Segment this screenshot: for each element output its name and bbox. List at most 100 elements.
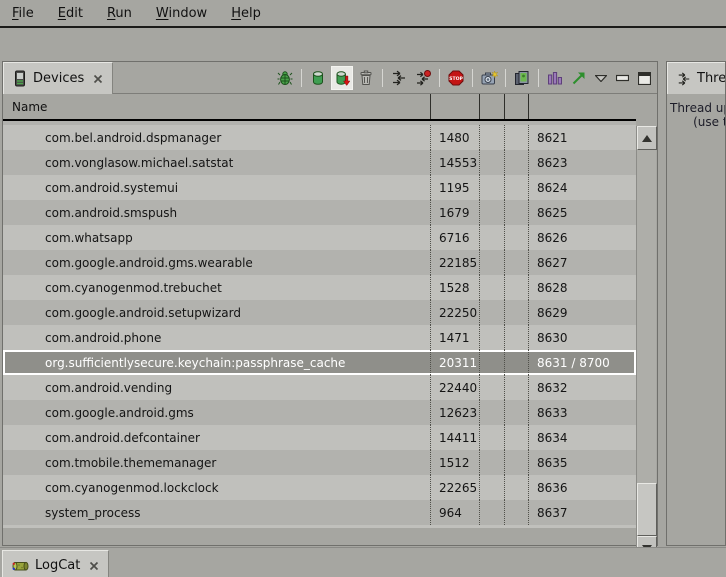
threads-message-line1: Thread updates not enabled for selected … [670,101,726,115]
process-name: com.cyanogenmod.trebuchet [3,275,430,300]
menu-edit[interactable]: Edit [54,4,87,23]
process-name: com.vonglasow.michael.satstat [3,150,430,175]
table-row[interactable]: system_process 964 8637 [3,500,636,525]
process-port: 8625 [528,200,636,225]
threads-message: Thread updates not enabled for selected … [667,94,726,129]
menu-bar: File Edit Run Window Help [0,0,726,26]
view-menu-icon[interactable] [592,66,610,90]
process-name: com.bel.android.dspmanager [3,125,430,150]
screen-record-icon[interactable] [511,66,533,90]
blank-cell [504,200,528,225]
blank-cell [479,175,504,200]
threads-message-line2: (use toolbar button to enable) [670,115,726,129]
close-icon[interactable] [89,561,99,571]
logcat-bar: LogCat [0,547,726,577]
blank-cell [479,250,504,275]
table-row[interactable]: com.android.systemui 1195 8624 [3,175,636,200]
blank-cell [479,325,504,350]
column-header-blank1[interactable] [479,94,504,119]
cause-gc-icon[interactable] [355,66,377,90]
blank-cell [504,400,528,425]
tab-logcat[interactable]: LogCat [2,550,109,577]
column-header-port[interactable] [528,94,636,119]
devices-toolbar: STOP [274,62,654,94]
blank-cell [504,125,528,150]
blank-cell [479,150,504,175]
process-pid: 22265 [430,475,479,500]
sysinfo-icon[interactable] [544,66,566,90]
toolbar-separator [538,69,539,87]
table-row[interactable]: com.google.android.gms 12623 8633 [3,400,636,425]
process-pid: 6716 [430,225,479,250]
blank-cell [504,475,528,500]
process-pid: 14411 [430,425,479,450]
process-pid: 1528 [430,275,479,300]
vertical-scrollbar-thumb[interactable] [637,483,657,536]
table-row[interactable]: com.vonglasow.michael.satstat 14553 8623 [3,150,636,175]
table-row[interactable]: com.android.phone 1471 8630 [3,325,636,350]
close-icon[interactable] [93,74,103,84]
menu-help[interactable]: Help [227,4,265,23]
device-process-table: Name com.bel.android.dspmanager 1480 862… [3,94,657,544]
process-pid: 14553 [430,150,479,175]
empty-toolbar-strip [0,28,726,61]
table-row[interactable]: com.google.android.gms.wearable 22185 86… [3,250,636,275]
process-port: 8624 [528,175,636,200]
dump-hprof-icon[interactable] [331,66,353,90]
debug-process-icon[interactable] [274,66,296,90]
table-row[interactable]: com.cyanogenmod.trebuchet 1528 8628 [3,275,636,300]
blank-cell [479,400,504,425]
process-pid: 12623 [430,400,479,425]
update-threads-icon[interactable] [388,66,410,90]
table-row[interactable]: com.google.android.setupwizard 22250 862… [3,300,636,325]
process-name: com.android.defcontainer [3,425,430,450]
vertical-scrollbar[interactable] [636,126,656,560]
blank-cell [504,175,528,200]
process-port: 8621 [528,125,636,150]
process-name: com.android.smspush [3,200,430,225]
update-heap-icon[interactable] [307,66,329,90]
toolbar-separator [439,69,440,87]
process-name: com.whatsapp [3,225,430,250]
menu-file[interactable]: File [8,4,38,23]
menu-window[interactable]: Window [152,4,211,23]
table-row[interactable]: com.bel.android.dspmanager 1480 8621 [3,125,636,150]
table-row[interactable]: com.android.defcontainer 14411 8634 [3,425,636,450]
start-method-profiling-icon[interactable] [412,66,434,90]
stop-process-icon[interactable]: STOP [445,66,467,90]
tab-devices[interactable]: Devices [3,62,113,94]
svg-text:STOP: STOP [449,76,463,82]
tab-threads[interactable]: Threads [667,62,726,94]
blank-cell [504,225,528,250]
table-row[interactable]: com.tmobile.thememanager 1512 8635 [3,450,636,475]
blank-cell [504,150,528,175]
process-port: 8629 [528,300,636,325]
toolbar-separator [505,69,506,87]
process-pid: 20311 [430,350,479,375]
table-row[interactable]: com.android.vending 22440 8632 [3,375,636,400]
table-row[interactable]: com.cyanogenmod.lockclock 22265 8636 [3,475,636,500]
process-name: com.cyanogenmod.lockclock [3,475,430,500]
menu-run[interactable]: Run [103,4,136,23]
blank-cell [479,200,504,225]
tab-threads-label: Threads [697,71,726,86]
column-header-pid[interactable] [430,94,479,119]
blank-cell [479,500,504,525]
process-pid: 1480 [430,125,479,150]
tab-logcat-label: LogCat [35,558,80,573]
scroll-up-button[interactable] [637,126,657,150]
screen-capture-icon[interactable] [478,66,500,90]
hierarchy-icon[interactable] [568,66,590,90]
minimize-icon[interactable] [612,66,632,90]
table-row[interactable]: com.whatsapp 6716 8626 [3,225,636,250]
toolbar-separator [472,69,473,87]
toolbar-separator [382,69,383,87]
table-row[interactable]: com.android.smspush 1679 8625 [3,200,636,225]
process-port: 8628 [528,275,636,300]
process-pid: 1512 [430,450,479,475]
column-header-name[interactable]: Name [3,94,430,119]
table-row[interactable]: org.sufficientlysecure.keychain:passphra… [3,350,636,375]
process-pid: 964 [430,500,479,525]
maximize-icon[interactable] [634,66,654,90]
column-header-blank2[interactable] [504,94,528,119]
